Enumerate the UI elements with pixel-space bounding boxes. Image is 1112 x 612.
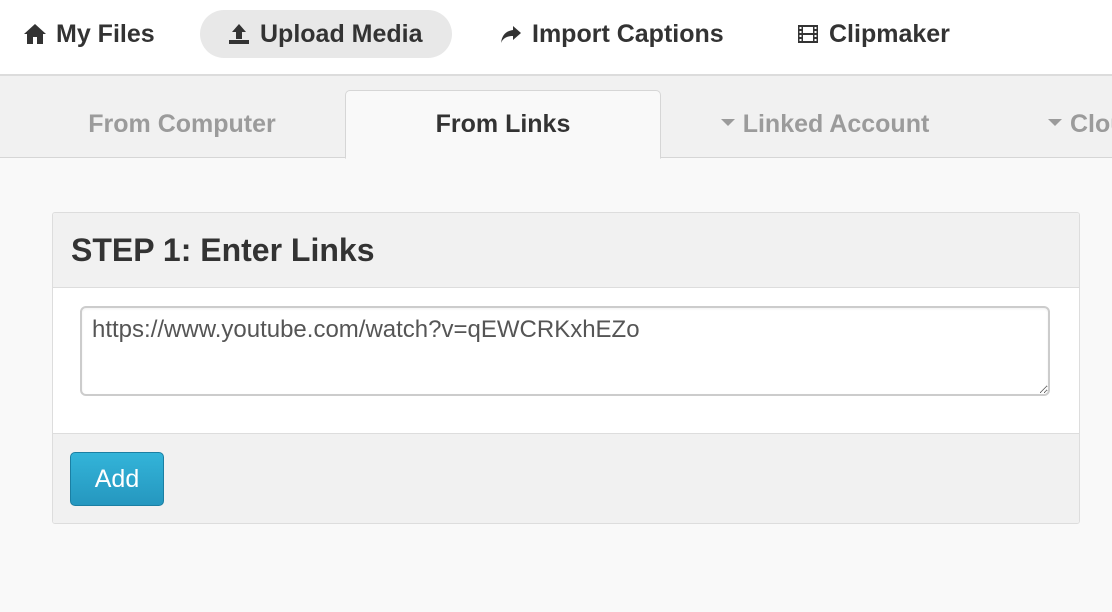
share-arrow-icon (498, 21, 524, 47)
nav-my-files-label: My Files (56, 19, 155, 48)
home-icon (22, 21, 48, 47)
nav-clipmaker-label: Clipmaker (829, 19, 950, 48)
tab-cloud-label: Clou (1070, 109, 1112, 138)
tab-from-links[interactable]: From Links (345, 90, 661, 159)
links-textarea[interactable]: https://www.youtube.com/watch?v=qEWCRKxh… (80, 306, 1050, 396)
nav-import-captions[interactable]: Import Captions (498, 10, 724, 58)
nav-upload-media[interactable]: Upload Media (200, 10, 452, 58)
upload-icon (226, 21, 252, 47)
film-icon (795, 21, 821, 47)
caret-down-icon (720, 118, 735, 126)
tab-cloud[interactable]: Clou (1040, 90, 1112, 158)
source-tabs: From Computer From Links Linked Account … (0, 76, 1112, 159)
top-nav: My Files Upload Media Import Captions Cl… (0, 0, 1112, 76)
step-title: STEP 1: Enter Links (53, 213, 1079, 288)
tab-from-computer[interactable]: From Computer (20, 90, 344, 158)
nav-upload-media-label: Upload Media (260, 19, 423, 48)
step-panel: STEP 1: Enter Links https://www.youtube.… (52, 212, 1080, 524)
tab-from-links-label: From Links (435, 110, 571, 138)
nav-import-captions-label: Import Captions (532, 19, 724, 48)
tab-from-computer-label: From Computer (88, 109, 276, 138)
tab-linked-account[interactable]: Linked Account (662, 90, 988, 158)
add-button[interactable]: Add (70, 452, 164, 506)
step-body: https://www.youtube.com/watch?v=qEWCRKxh… (53, 288, 1079, 434)
step-footer: Add (53, 434, 1079, 523)
tab-linked-account-label: Linked Account (742, 109, 930, 138)
nav-clipmaker[interactable]: Clipmaker (795, 10, 950, 58)
nav-my-files[interactable]: My Files (22, 10, 155, 58)
caret-down-icon (1048, 118, 1062, 126)
